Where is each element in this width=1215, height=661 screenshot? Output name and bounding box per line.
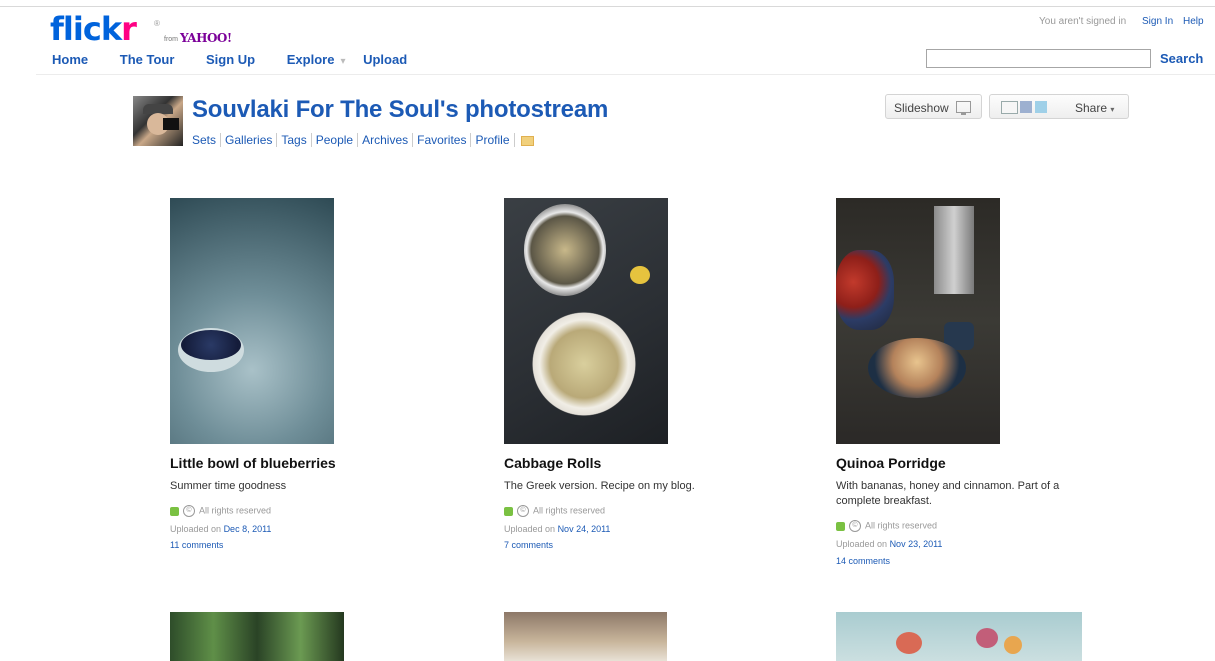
photo-thumbnail[interactable] (504, 612, 667, 661)
license-icon (170, 506, 179, 516)
subnav-people[interactable]: People (311, 133, 359, 147)
photo-thumbnail[interactable] (836, 612, 1082, 661)
license-info: © All rights reserved (170, 505, 271, 517)
help-link[interactable]: Help (1183, 16, 1204, 27)
photostream-subnav: Sets Galleries Tags People Archives Favorites… (192, 133, 534, 147)
slideshow-button[interactable]: Slideshow (885, 94, 982, 119)
logo-from-text: from (164, 36, 178, 43)
mail-icon[interactable] (520, 135, 534, 146)
photo-description: With bananas, honey and cinnamon. Part o… (836, 480, 1060, 507)
photo-thumbnail[interactable] (836, 198, 1000, 444)
monitor-icon (956, 101, 971, 115)
subnav-archives[interactable]: Archives (358, 133, 414, 147)
photo-title[interactable]: Little bowl of blueberries (170, 455, 336, 471)
search-input[interactable] (926, 49, 1151, 68)
share-button[interactable]: Share ▾ (989, 94, 1129, 119)
upload-date-link[interactable]: Nov 24, 2011 (558, 524, 611, 534)
subnav-profile[interactable]: Profile (471, 133, 515, 147)
upload-date: Uploaded on Nov 23, 2011 (836, 539, 942, 549)
twitter-icon[interactable] (1035, 101, 1047, 113)
comments-link[interactable]: 7 comments (504, 540, 553, 550)
nav-sign-up[interactable]: Sign Up (206, 52, 255, 67)
copyright-icon: © (849, 520, 861, 532)
main-nav: Home The Tour Sign Up Explore ▾ Upload (52, 52, 435, 67)
upload-date: Uploaded on Dec 8, 2011 (170, 524, 271, 534)
nav-the-tour[interactable]: The Tour (120, 52, 175, 67)
license-info: © All rights reserved (504, 505, 605, 517)
yahoo-logo: YAHOO! (180, 31, 232, 45)
comments-link[interactable]: 14 comments (836, 556, 890, 566)
flickr-logo[interactable]: flickr ® from YAHOO! (50, 10, 232, 48)
facebook-icon[interactable] (1020, 101, 1032, 113)
nav-upload[interactable]: Upload (363, 52, 407, 67)
logo-wordmark: flickr (50, 10, 137, 48)
subnav-favorites[interactable]: Favorites (413, 133, 472, 147)
upload-date-link[interactable]: Nov 23, 2011 (890, 539, 943, 549)
comments-link[interactable]: 11 comments (170, 540, 223, 550)
sign-in-link[interactable]: Sign In (1142, 16, 1173, 27)
photo-fruit (836, 250, 894, 330)
photo-flower (976, 628, 998, 648)
photo-thumbnail[interactable] (170, 612, 344, 661)
photo-pot (524, 204, 606, 296)
share-label: Share (1075, 101, 1108, 115)
upload-prefix: Uploaded on (836, 539, 888, 549)
upload-date-link[interactable]: Dec 8, 2011 (224, 524, 272, 534)
license-info: © All rights reserved (836, 520, 937, 532)
nav-home[interactable]: Home (52, 52, 88, 67)
rights-text: All rights reserved (865, 520, 938, 531)
rights-text: All rights reserved (533, 505, 606, 516)
logo-registered-mark: ® (154, 19, 160, 28)
license-icon (504, 506, 513, 516)
upload-prefix: Uploaded on (504, 524, 556, 534)
copyright-icon: © (517, 505, 529, 517)
photo-title[interactable]: Cabbage Rolls (504, 455, 601, 471)
photo-blueberries (181, 330, 241, 360)
subnav-sets[interactable]: Sets (192, 133, 222, 147)
top-border (0, 6, 1215, 7)
license-icon (836, 521, 845, 531)
photo-thumbnail[interactable] (504, 198, 668, 444)
avatar[interactable] (133, 96, 183, 146)
page-title[interactable]: Souvlaki For The Soul's photostream (192, 96, 608, 124)
subnav-galleries[interactable]: Galleries (221, 133, 278, 147)
photo-description: Summer time goodness (170, 480, 287, 492)
nav-explore[interactable]: Explore (287, 52, 335, 67)
photo-plate (520, 308, 648, 420)
upload-date: Uploaded on Nov 24, 2011 (504, 524, 610, 534)
signed-status: You aren't signed in (1039, 16, 1127, 27)
photo-flower (896, 632, 922, 654)
upload-prefix: Uploaded on (170, 524, 222, 534)
chevron-down-icon: ▾ (1110, 105, 1115, 114)
photo-thumbnail[interactable] (170, 198, 334, 444)
slideshow-label: Slideshow (894, 101, 949, 115)
copyright-icon: © (183, 505, 195, 517)
photo-flower (1004, 636, 1022, 654)
rights-text: All rights reserved (199, 505, 272, 516)
subnav-tags[interactable]: Tags (277, 133, 312, 147)
photo-title[interactable]: Quinoa Porridge (836, 455, 946, 471)
photo-description: The Greek version. Recipe on my blog. (504, 480, 695, 492)
avatar-camera (163, 118, 179, 130)
header-divider (36, 74, 1215, 75)
photo-moka-pot (934, 206, 974, 294)
chevron-down-icon[interactable]: ▾ (340, 56, 345, 67)
email-icon[interactable] (1001, 101, 1018, 114)
photo-lemon (630, 266, 650, 284)
search-button[interactable]: Search (1160, 51, 1203, 66)
photo-porridge-bowl (868, 338, 966, 398)
